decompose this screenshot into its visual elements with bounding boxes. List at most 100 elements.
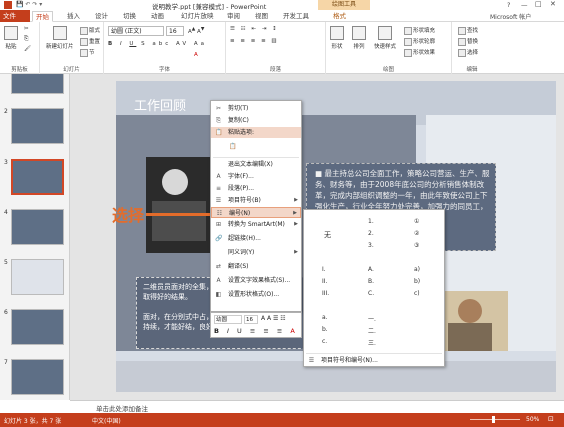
- font-style-buttons[interactable]: B I U S abc AV Aa: [108, 41, 207, 47]
- menu-item-format-shape[interactable]: ◧ 设置形状格式(O)...: [211, 289, 301, 300]
- new-slide-button[interactable]: 新建幻灯片: [46, 26, 74, 50]
- group-clipboard: 粘贴 ✂ ⎘ 🖌 剪贴板: [0, 22, 40, 74]
- numbering-option-lower-alpha-paren[interactable]: a) b) c): [398, 260, 444, 304]
- section-button[interactable]: 节: [80, 48, 95, 57]
- status-bar: 幻灯片 3 张，共 7 张 中文(中国) 50% ⊡: [0, 413, 564, 427]
- numbering-none-label: 无: [324, 231, 331, 239]
- numbering-format-item: III.: [322, 290, 330, 297]
- arrange-icon: [352, 26, 366, 40]
- numbering-option-chinese[interactable]: 一. 二. 三.: [352, 308, 396, 352]
- mini-grow-font-icon[interactable]: A A ☰ ☷: [261, 315, 286, 322]
- layout-button[interactable]: 版式: [80, 26, 100, 35]
- font-color-icon[interactable]: A: [194, 52, 198, 58]
- align-buttons[interactable]: ≡ ≡ ≡ ≡ ▥: [230, 38, 279, 44]
- numbering-format-item: B.: [368, 278, 375, 285]
- menu-item-label: 退出文本编辑(X): [228, 161, 273, 168]
- minimize-icon[interactable]: —: [521, 1, 528, 9]
- numbering-option-arabic[interactable]: 1. 2. 3.: [352, 212, 396, 256]
- zoom-slider-thumb[interactable]: [492, 416, 495, 423]
- menu-item-bullets[interactable]: ☰ 项目符号(B) ▶: [211, 195, 301, 206]
- cut-icon: ✂: [215, 105, 222, 112]
- menu-item-hyperlink[interactable]: 🔗 超链接(H)...: [211, 233, 301, 244]
- menu-item-exit-text-edit[interactable]: 退出文本编辑(X): [211, 159, 301, 170]
- tab-slideshow[interactable]: 幻灯片放映: [178, 11, 217, 22]
- list-buttons[interactable]: ☰ ☷ ⇤ ⇥ ↕: [230, 26, 279, 32]
- mini-size-field[interactable]: 16: [244, 315, 258, 324]
- slide-thumbnail[interactable]: [11, 74, 64, 94]
- tab-transitions[interactable]: 切换: [120, 11, 139, 22]
- menu-item-cut[interactable]: ✂ 剪切(T): [211, 103, 301, 114]
- slide-thumbnail-selected[interactable]: [11, 159, 64, 195]
- thumbnail-number: 3: [4, 159, 8, 166]
- shape-outline-button[interactable]: 形状轮廓: [404, 37, 435, 46]
- cut-icon[interactable]: ✂: [24, 26, 29, 32]
- fit-to-window-icon[interactable]: ⊡: [548, 415, 554, 423]
- shape-outline-icon: [404, 37, 412, 46]
- submenu-arrow-icon: ▶: [294, 221, 298, 227]
- numbering-option-upper-alpha[interactable]: A. B. C.: [352, 260, 396, 304]
- context-menu: ✂ 剪切(T) ⎘ 复制(C) 📋 粘贴选项: 📋 退出文本编辑(X) A 字体(F).…: [210, 100, 302, 312]
- reset-button[interactable]: 重置: [80, 37, 100, 46]
- copy-icon[interactable]: ⎘: [24, 36, 28, 43]
- menu-item-font[interactable]: A 字体(F)...: [211, 171, 301, 182]
- menu-item-numbering[interactable]: ☷ 编号(N) ▶: [211, 207, 301, 218]
- menu-item-bullets-and-numbering[interactable]: ☰ 项目符号和编号(N)...: [304, 355, 444, 366]
- numbering-option-roman[interactable]: I. II. III.: [306, 260, 348, 304]
- menu-item-paste-keep[interactable]: 📋: [211, 139, 301, 155]
- slide-thumbnail[interactable]: [11, 359, 64, 395]
- thumbnail-number: 5: [4, 259, 8, 266]
- close-icon[interactable]: ✕: [550, 0, 556, 8]
- help-icon[interactable]: ?: [507, 1, 510, 9]
- group-label-font: 字体: [158, 67, 170, 73]
- menu-item-synonyms[interactable]: 同义词(Y) ▶: [211, 247, 301, 258]
- tab-developer[interactable]: 开发工具: [280, 11, 312, 22]
- slide-thumbnail[interactable]: [11, 209, 64, 245]
- tab-animations[interactable]: 动画: [148, 11, 167, 22]
- tab-insert[interactable]: 插入: [64, 11, 83, 22]
- format-painter-icon[interactable]: 🖌: [24, 46, 31, 52]
- shapes-button[interactable]: 形状: [330, 26, 344, 50]
- select-button[interactable]: 选择: [458, 48, 478, 57]
- reset-icon: [80, 37, 88, 46]
- tab-view[interactable]: 视图: [252, 11, 271, 22]
- notes-pane[interactable]: 单击此处添加备注: [70, 400, 564, 413]
- maximize-icon[interactable]: □: [535, 0, 542, 8]
- tab-format[interactable]: 格式: [330, 11, 349, 22]
- menu-item-paragraph[interactable]: ≡ 段落(P)...: [211, 183, 301, 194]
- numbering-option-lower-alpha[interactable]: a. b. c.: [306, 308, 348, 352]
- quick-styles-button[interactable]: 快速样式: [374, 26, 396, 50]
- arrange-button[interactable]: 排列: [352, 26, 366, 50]
- tab-home[interactable]: 开始: [32, 11, 53, 22]
- tab-file[interactable]: 文件: [0, 10, 30, 22]
- grow-font-icon[interactable]: A▲ A▼: [188, 27, 204, 35]
- menu-separator: [306, 353, 442, 354]
- shape-fill-button[interactable]: 形状填充: [404, 26, 435, 35]
- font-size-field[interactable]: 16: [166, 26, 184, 36]
- menu-item-label: 编号(N): [229, 210, 251, 217]
- slide-thumbnail[interactable]: [11, 259, 64, 295]
- numbering-format-item: ③: [414, 242, 420, 249]
- menu-item-copy[interactable]: ⎘ 复制(C): [211, 115, 301, 126]
- quick-access-toolbar[interactable]: 💾 ↶ ↷ ▾: [16, 1, 42, 8]
- numbering-option-none[interactable]: 无: [306, 212, 348, 256]
- tab-design[interactable]: 设计: [92, 11, 111, 22]
- menu-item-text-effects[interactable]: A 设置文字效果格式(S)...: [211, 275, 301, 286]
- numbering-option-circled[interactable]: ① ② ③: [398, 212, 444, 256]
- font-name-field[interactable]: 幼圆 (正文): [108, 26, 164, 36]
- menu-item-translate[interactable]: ⇄ 翻译(S): [211, 261, 301, 272]
- status-language[interactable]: 中文(中国): [92, 416, 121, 425]
- paste-button[interactable]: 粘贴: [4, 26, 18, 50]
- find-button[interactable]: 查找: [458, 26, 478, 35]
- account-name[interactable]: Microsoft 帐户: [490, 12, 531, 21]
- mini-font-field[interactable]: 幼圆: [214, 315, 242, 324]
- menu-item-convert-smartart[interactable]: ⊞ 转换为 SmartArt(M) ▶: [211, 219, 301, 230]
- shape-effects-button[interactable]: 形状效果: [404, 48, 435, 57]
- slide-thumbnail[interactable]: [11, 309, 64, 345]
- replace-button[interactable]: 替换: [458, 37, 478, 46]
- menu-item-paste-options[interactable]: 📋 粘贴选项:: [211, 127, 301, 138]
- mini-format-buttons[interactable]: B I U ≡ ≡ ≡ A: [214, 327, 298, 335]
- slide-thumbnail[interactable]: [11, 108, 64, 144]
- zoom-slider[interactable]: [470, 419, 520, 420]
- status-zoom-level[interactable]: 50%: [526, 416, 539, 423]
- tab-review[interactable]: 审阅: [224, 11, 243, 22]
